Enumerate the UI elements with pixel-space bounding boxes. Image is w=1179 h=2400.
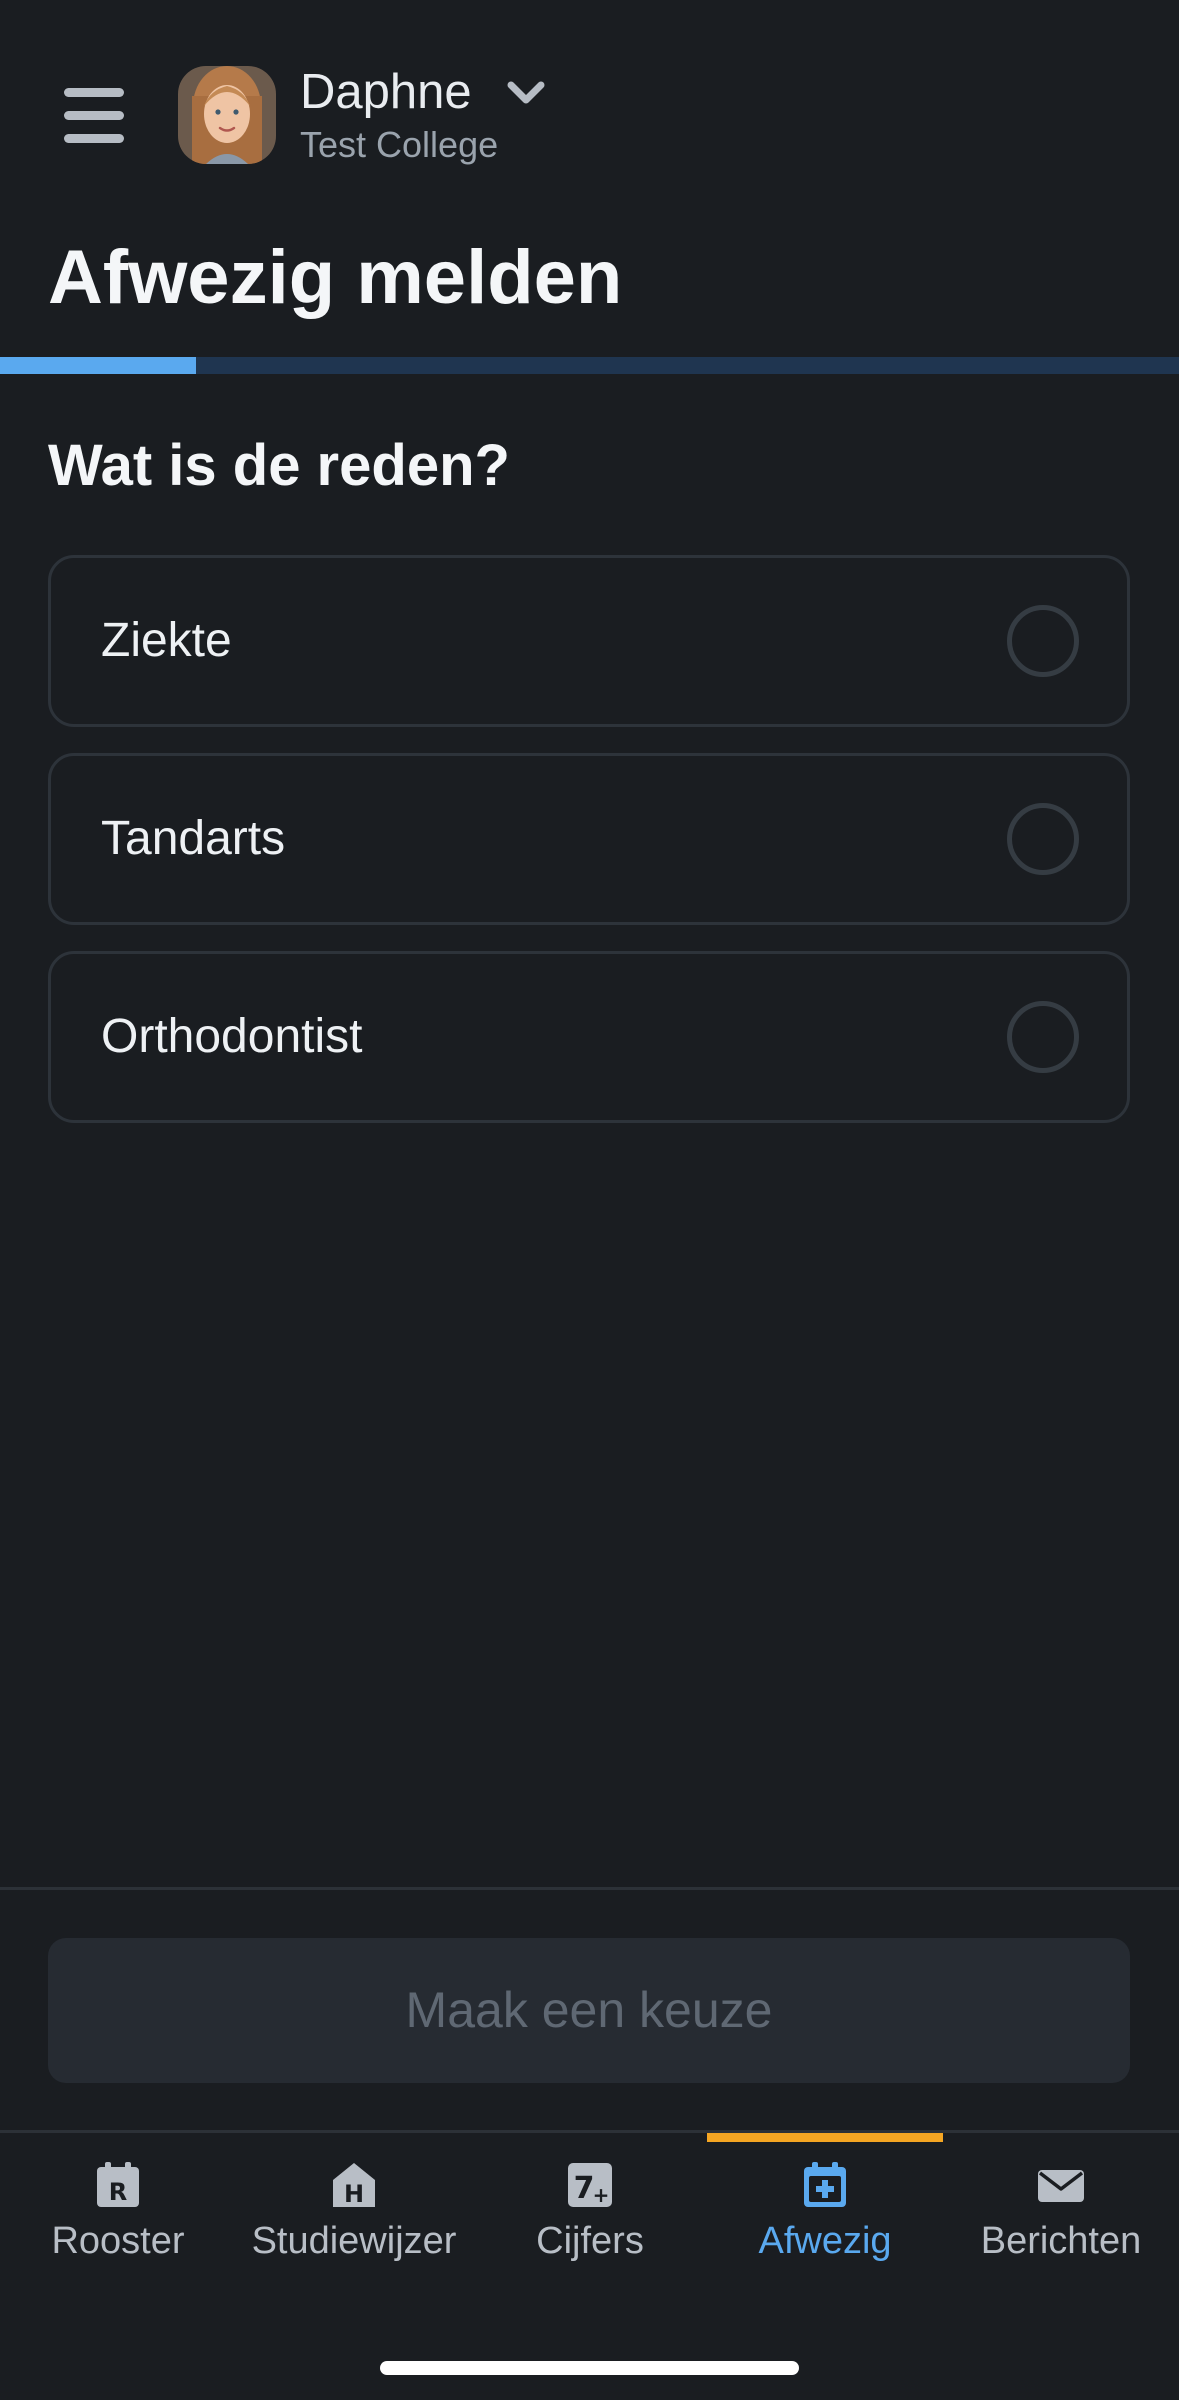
divider bbox=[0, 1887, 1179, 1890]
progress-bar-fill bbox=[0, 357, 196, 374]
page-title: Afwezig melden bbox=[48, 235, 623, 320]
option-tandarts[interactable]: Tandarts bbox=[48, 753, 1130, 925]
submit-button[interactable]: Maak een keuze bbox=[48, 1938, 1130, 2083]
active-indicator bbox=[0, 2133, 236, 2142]
option-label: Ziekte bbox=[101, 614, 232, 667]
app-header: Daphne Test College Afwezig melden bbox=[0, 0, 1179, 357]
house-h-icon: H bbox=[333, 2163, 375, 2208]
svg-text:7: 7 bbox=[574, 2171, 595, 2206]
user-name[interactable]: Daphne bbox=[300, 62, 472, 122]
calendar-plus-icon bbox=[804, 2162, 846, 2207]
svg-text:+: + bbox=[593, 2183, 610, 2207]
bottom-navigation: R Rooster H Studiewijzer 7 + Cijfers Afw… bbox=[0, 2133, 1179, 2400]
nav-label: Afwezig bbox=[758, 2220, 892, 2262]
chevron-down-icon[interactable] bbox=[506, 78, 546, 108]
nav-label: Cijfers bbox=[536, 2220, 644, 2262]
svg-text:R: R bbox=[109, 2178, 127, 2206]
nav-label: Berichten bbox=[980, 2220, 1142, 2262]
grade-7-plus-icon: 7 + bbox=[568, 2163, 612, 2207]
nav-item-afwezig[interactable]: Afwezig bbox=[707, 2133, 943, 2273]
envelope-icon bbox=[1038, 2170, 1084, 2202]
active-indicator bbox=[943, 2133, 1179, 2142]
radio-button[interactable] bbox=[1007, 803, 1079, 875]
nav-item-rooster[interactable]: R Rooster bbox=[0, 2133, 236, 2273]
home-indicator[interactable] bbox=[380, 2361, 799, 2375]
active-indicator bbox=[236, 2133, 472, 2142]
option-ziekte[interactable]: Ziekte bbox=[48, 555, 1130, 727]
nav-label: Studiewijzer bbox=[251, 2220, 457, 2262]
avatar-photo bbox=[178, 66, 276, 164]
active-indicator bbox=[472, 2133, 708, 2142]
avatar[interactable] bbox=[178, 66, 276, 164]
nav-item-studiewijzer[interactable]: H Studiewijzer bbox=[236, 2133, 472, 2273]
radio-button[interactable] bbox=[1007, 1001, 1079, 1073]
active-indicator bbox=[707, 2133, 943, 2142]
option-label: Tandarts bbox=[101, 812, 286, 865]
option-orthodontist[interactable]: Orthodontist bbox=[48, 951, 1130, 1123]
school-name: Test College bbox=[300, 124, 499, 165]
nav-item-berichten[interactable]: Berichten bbox=[943, 2133, 1179, 2273]
progress-bar bbox=[0, 357, 1179, 374]
svg-text:H: H bbox=[344, 2180, 364, 2208]
calendar-r-icon: R bbox=[97, 2162, 139, 2207]
nav-item-cijfers[interactable]: 7 + Cijfers bbox=[472, 2133, 708, 2273]
option-label: Orthodontist bbox=[101, 1010, 363, 1063]
question-heading: Wat is de reden? bbox=[48, 433, 510, 498]
radio-button[interactable] bbox=[1007, 605, 1079, 677]
hamburger-menu-icon[interactable] bbox=[62, 88, 126, 144]
nav-label: Rooster bbox=[51, 2220, 185, 2262]
